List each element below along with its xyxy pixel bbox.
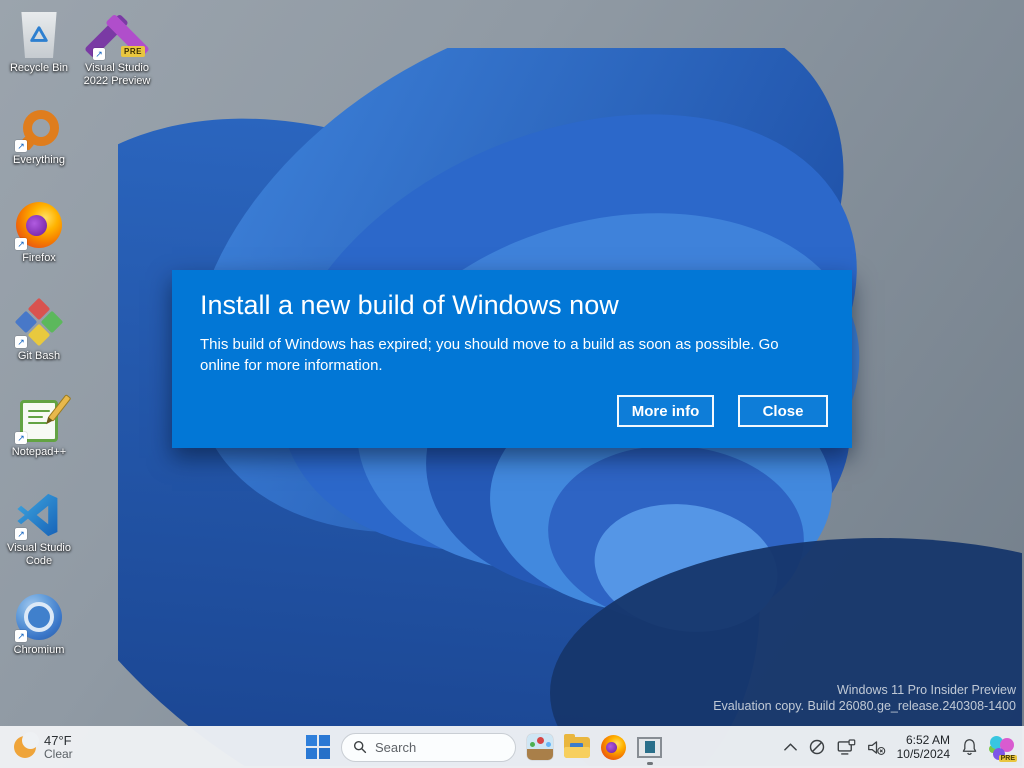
shortcut-arrow-icon: ↗ <box>15 140 27 152</box>
app-window-icon <box>637 736 662 758</box>
more-info-button[interactable]: More info <box>617 395 714 427</box>
desktop-icon-visual-studio-code[interactable]: ↗ Visual Studio Code <box>0 486 78 568</box>
desktop-icon-label: Chromium <box>13 644 65 656</box>
pre-badge: PRE <box>121 46 145 57</box>
build-expired-dialog: Install a new build of Windows now This … <box>172 270 852 448</box>
watermark-line2: Evaluation copy. Build 26080.ge_release.… <box>713 699 1016 713</box>
watermark-line1: Windows 11 Pro Insider Preview <box>836 683 1016 697</box>
search-icon <box>353 740 367 754</box>
system-tray: 6:52 AM 10/5/2024 PRE <box>783 726 1017 768</box>
desktop-icon-label: Git Bash <box>17 350 61 362</box>
firefox-taskbar-button[interactable] <box>601 734 626 760</box>
weather-temperature: 47°F <box>44 732 72 748</box>
folder-icon <box>564 733 590 758</box>
shortcut-arrow-icon: ↗ <box>15 432 27 444</box>
firefox-icon <box>601 734 626 760</box>
volume-muted-icon <box>867 740 885 755</box>
clock-widget[interactable]: 6:52 AM 10/5/2024 <box>897 733 950 761</box>
dialog-body-text: This build of Windows has expired; you s… <box>200 336 779 374</box>
desktop-icon-label: Firefox <box>22 252 56 264</box>
cast-display-button[interactable] <box>837 738 856 756</box>
tray-date: 10/5/2024 <box>896 747 950 761</box>
file-explorer-button[interactable] <box>564 733 590 758</box>
desktop-icon-git-bash[interactable]: ↗ Git Bash <box>0 294 78 363</box>
shortcut-arrow-icon: ↗ <box>15 528 27 540</box>
shortcut-arrow-icon: ↗ <box>15 630 27 642</box>
tray-time: 6:52 AM <box>905 733 950 747</box>
shortcut-arrow-icon: ↗ <box>15 336 27 348</box>
close-button[interactable]: Close <box>738 395 828 427</box>
recycle-bin-icon <box>21 12 57 58</box>
bell-icon <box>962 739 977 756</box>
desktop-icon-recycle-bin[interactable]: Recycle Bin <box>0 6 78 75</box>
desktop-icon-label: Everything <box>13 154 65 166</box>
start-button[interactable] <box>306 735 330 759</box>
volume-button[interactable] <box>867 739 886 756</box>
desktop-icon-firefox[interactable]: ↗ Firefox <box>0 196 78 265</box>
running-indicator <box>646 761 653 765</box>
display-icon <box>837 738 855 755</box>
preview-app-tray-button[interactable]: PRE <box>989 735 1017 762</box>
do-not-disturb-icon <box>809 739 824 755</box>
chevron-up-icon <box>783 743 797 751</box>
desktop-icon-chromium[interactable]: ↗ Chromium <box>0 588 78 657</box>
desktop-icon-label: Visual Studio 2022 Preview <box>83 62 151 87</box>
evaluation-watermark: Windows 11 Pro Insider Preview Evaluatio… <box>713 682 1016 714</box>
windows-logo-icon <box>306 735 330 759</box>
task-view-button[interactable] <box>527 734 553 760</box>
dialog-title: Install a new build of Windows now <box>200 290 619 320</box>
taskbar-search[interactable] <box>341 732 516 762</box>
notifications-button[interactable] <box>961 738 978 756</box>
desktop-icon-label: Notepad++ <box>11 446 67 458</box>
running-app-window-button[interactable] <box>637 736 662 765</box>
tray-overflow-button[interactable] <box>783 743 797 751</box>
pre-badge: PRE <box>998 754 1017 762</box>
desktop-icon-notepad-plus-plus[interactable]: ↗ Notepad++ <box>0 390 78 459</box>
shortcut-arrow-icon: ↗ <box>15 238 27 250</box>
taskbar-center-icons <box>306 726 662 768</box>
taskbar: 47°F Clear Search 6:52 AM 10/5/2024 PRE <box>0 726 1024 768</box>
shortcut-arrow-icon: ↗ <box>93 48 105 60</box>
desktop-icon-visual-studio-2022-preview[interactable]: PRE ↗ Visual Studio 2022 Preview <box>78 6 156 88</box>
dialog-button-row: More info Close <box>617 395 828 427</box>
desktop-icon-everything[interactable]: ↗ Everything <box>0 98 78 167</box>
do-not-disturb-button[interactable] <box>808 738 826 756</box>
weather-widget[interactable]: 47°F Clear <box>14 726 73 768</box>
task-view-icon <box>527 734 553 760</box>
moon-weather-icon <box>14 732 39 758</box>
desktop-icon-label: Recycle Bin <box>9 62 69 74</box>
search-input[interactable] <box>375 739 495 755</box>
desktop-icon-label: Visual Studio Code <box>6 542 71 567</box>
weather-condition: Clear <box>44 746 73 761</box>
